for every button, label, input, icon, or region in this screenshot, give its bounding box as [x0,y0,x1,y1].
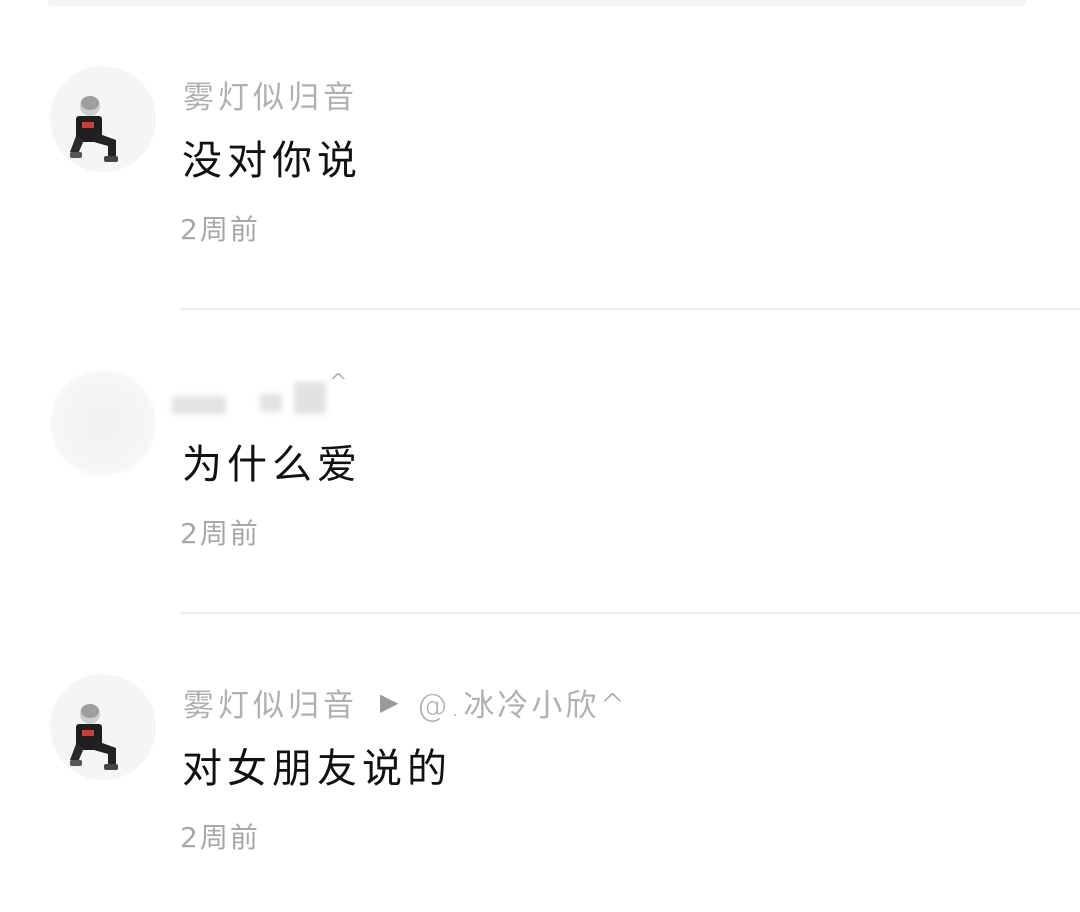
comment-item[interactable]: 雾灯似归音 ▶ @.冰冷小欣^ 对女朋友说的 2周前 [0,608,1080,912]
blurred-username[interactable]: ^ [172,370,347,418]
character-avatar-icon [50,674,156,780]
username-suffix: ^ [329,370,348,395]
character-avatar-icon [50,66,156,172]
comment-item[interactable]: 雾灯似归音 没对你说 2周前 [0,0,1080,304]
timestamp: 2周前 [180,821,260,854]
avatar[interactable] [50,66,156,172]
comment-text: 对女朋友说的 [182,746,452,792]
reply-target-username[interactable]: @.冰冷小欣^ [416,680,628,725]
play-arrow-icon: ▶ [380,688,399,716]
username[interactable]: 雾灯似归音 [183,680,358,725]
comment-meta: 雾灯似归音 ▶ @.冰冷小欣^ [183,680,628,724]
timestamp: 2周前 [180,517,260,550]
comment-text: 为什么爱 [182,442,362,488]
comment-item[interactable]: ^ 为什么爱 2周前 [0,304,1080,608]
comment-text: 没对你说 [182,138,362,184]
avatar[interactable] [50,370,156,476]
timestamp: 2周前 [180,213,260,246]
username[interactable]: 雾灯似归音 [183,72,358,117]
avatar[interactable] [50,674,156,780]
comment-meta: 雾灯似归音 [183,72,358,116]
